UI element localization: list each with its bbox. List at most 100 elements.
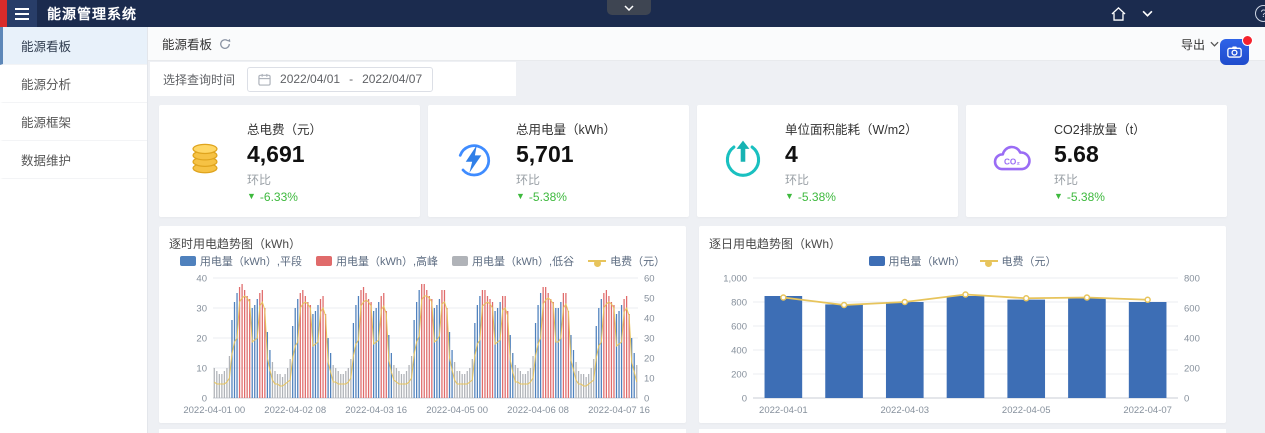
tab-energy-dashboard[interactable]: 能源看板 [162, 34, 231, 53]
svg-text:0: 0 [742, 394, 747, 405]
stat-value: 4 [785, 141, 918, 168]
svg-text:2022-04-03 16: 2022-04-03 16 [345, 405, 407, 416]
svg-text:200: 200 [1184, 364, 1200, 375]
home-button[interactable] [1111, 7, 1126, 21]
svg-text:50: 50 [644, 294, 655, 305]
legend-label: 电费（元） [610, 253, 665, 269]
refresh-icon[interactable] [219, 38, 231, 50]
sidebar-item-energy-analysis[interactable]: 能源分析 [0, 65, 147, 103]
stat-change-value: -5.38% [798, 190, 836, 204]
svg-text:20: 20 [196, 334, 207, 345]
triangle-down-icon: ▼ [516, 192, 525, 201]
topbar-actions [1111, 0, 1153, 27]
svg-text:0: 0 [1184, 394, 1189, 405]
sidebar-item-energy-framework[interactable]: 能源框架 [0, 103, 147, 141]
sidebar-item-data-maintenance[interactable]: 数据维护 [0, 141, 147, 179]
date-filter-panel: 选择查询时间 2022/04/01 - 2022/04/07 [150, 62, 516, 96]
sidebar-item-energy-dashboard[interactable]: 能源看板 [0, 27, 147, 65]
svg-text:2022-04-05: 2022-04-05 [1002, 405, 1051, 416]
svg-text:20: 20 [644, 354, 655, 365]
svg-text:0: 0 [202, 394, 207, 405]
capture-widget[interactable] [1220, 39, 1249, 65]
stat-title: 总电费（元） [247, 119, 322, 138]
notification-badge [1242, 35, 1253, 46]
daily-usage-chart: 02004006008001,00002004006008002022-04-0… [709, 270, 1216, 418]
legend-item[interactable]: 用电量（kWh）,低谷 [452, 253, 574, 269]
stat-info: 单位面积能耗（W/m2） 4 环比 ▼ -5.38% [785, 119, 918, 204]
stat-card-co2-emission: CO₂ CO2排放量（t） 5.68 环比 ▼ -5.38% [966, 105, 1227, 217]
stat-card-total-usage: 总用电量（kWh） 5,701 环比 ▼ -5.38% [428, 105, 689, 217]
date-range-input[interactable]: 2022/04/01 - 2022/04/07 [247, 67, 433, 92]
legend-item[interactable]: 用电量（kWh）,平段 [180, 253, 302, 269]
stat-info: 总电费（元） 4,691 环比 ▼ -6.33% [247, 119, 322, 204]
svg-text:2022-04-07: 2022-04-07 [1123, 405, 1172, 416]
stat-compare-label: 环比 [516, 171, 616, 188]
svg-text:40: 40 [644, 314, 655, 325]
stat-change-value: -6.33% [260, 190, 298, 204]
topbar-collapse-tab[interactable] [607, 0, 651, 15]
help-icon[interactable]: ? [1255, 5, 1265, 22]
legend-item[interactable]: 用电量（kWh）,高峰 [316, 253, 438, 269]
next-row-card-peek [159, 429, 686, 433]
tab-strip: 能源看板 导出 [148, 27, 1265, 61]
svg-text:CO₂: CO₂ [1004, 157, 1020, 166]
chart-svg: 01020304001020304050602022-04-01 002022-… [169, 270, 676, 418]
stat-value: 5,701 [516, 141, 616, 168]
svg-text:2022-04-01: 2022-04-01 [759, 405, 808, 416]
date-end: 2022/04/07 [362, 72, 422, 86]
legend-item[interactable]: 电费（元） [588, 253, 665, 269]
svg-text:30: 30 [644, 334, 655, 345]
sidebar-item-label: 数据维护 [21, 150, 71, 169]
hamburger-icon [15, 8, 29, 20]
svg-text:30: 30 [196, 304, 207, 315]
stat-card-total-cost: 总电费（元） 4,691 环比 ▼ -6.33% [159, 105, 420, 217]
legend-item[interactable]: 电费（元） [980, 253, 1057, 269]
stat-change: ▼ -6.33% [247, 190, 322, 204]
stat-info: CO2排放量（t） 5.68 环比 ▼ -5.38% [1054, 119, 1146, 204]
legend-bar-marker [180, 256, 196, 266]
export-button[interactable]: 导出 [1181, 27, 1219, 61]
triangle-down-icon: ▼ [785, 192, 794, 201]
triangle-down-icon: ▼ [247, 192, 256, 201]
chart-svg: 02004006008001,00002004006008002022-04-0… [709, 270, 1216, 418]
svg-text:600: 600 [731, 322, 747, 333]
legend-line-marker [980, 260, 998, 262]
legend-bar-marker [316, 256, 332, 266]
svg-text:2022-04-03: 2022-04-03 [880, 405, 929, 416]
stat-value: 5.68 [1054, 141, 1146, 168]
arrow-up-ring-icon [721, 137, 767, 186]
topbar: 能源管理系统 ? [0, 0, 1265, 27]
stat-title: 单位面积能耗（W/m2） [785, 119, 918, 138]
legend-label: 用电量（kWh）,平段 [200, 253, 302, 269]
svg-text:2022-04-01 00: 2022-04-01 00 [183, 405, 245, 416]
svg-text:0: 0 [644, 394, 649, 405]
svg-text:60: 60 [644, 274, 655, 285]
svg-text:2022-04-05 00: 2022-04-05 00 [426, 405, 488, 416]
legend-item[interactable]: 用电量（kWh） [869, 253, 966, 269]
chart-legend: 用电量（kWh） 电费（元） [709, 252, 1216, 270]
stat-compare-label: 环比 [1054, 171, 1146, 188]
stats-row: 总电费（元） 4,691 环比 ▼ -6.33% 总用电量（kWh） 5,701… [159, 105, 1227, 217]
topbar-dropdown-button[interactable] [1142, 10, 1153, 17]
svg-text:200: 200 [731, 370, 747, 381]
date-filter-label: 选择查询时间 [163, 71, 235, 88]
app-title: 能源管理系统 [47, 4, 137, 24]
stat-title: 总用电量（kWh） [516, 119, 616, 138]
charts-row: 逐时用电趋势图（kWh） 用电量（kWh）,平段用电量（kWh）,高峰用电量（k… [159, 226, 1226, 423]
date-separator: - [349, 72, 353, 86]
calendar-icon [258, 73, 271, 86]
chevron-down-icon [1142, 10, 1153, 17]
date-start: 2022/04/01 [280, 72, 340, 86]
export-label: 导出 [1181, 36, 1205, 53]
chart-title: 逐时用电趋势图（kWh） [169, 235, 676, 252]
home-icon [1111, 7, 1126, 21]
menu-toggle-button[interactable] [7, 0, 37, 27]
chevron-down-icon [1210, 41, 1219, 47]
camera-icon [1227, 46, 1242, 58]
svg-text:2022-04-06 08: 2022-04-06 08 [507, 405, 569, 416]
legend-label: 电费（元） [1002, 253, 1057, 269]
stat-change-value: -5.38% [529, 190, 567, 204]
legend-bar-marker [869, 256, 885, 266]
stat-compare-label: 环比 [247, 171, 322, 188]
sidebar-item-label: 能源看板 [21, 36, 71, 55]
